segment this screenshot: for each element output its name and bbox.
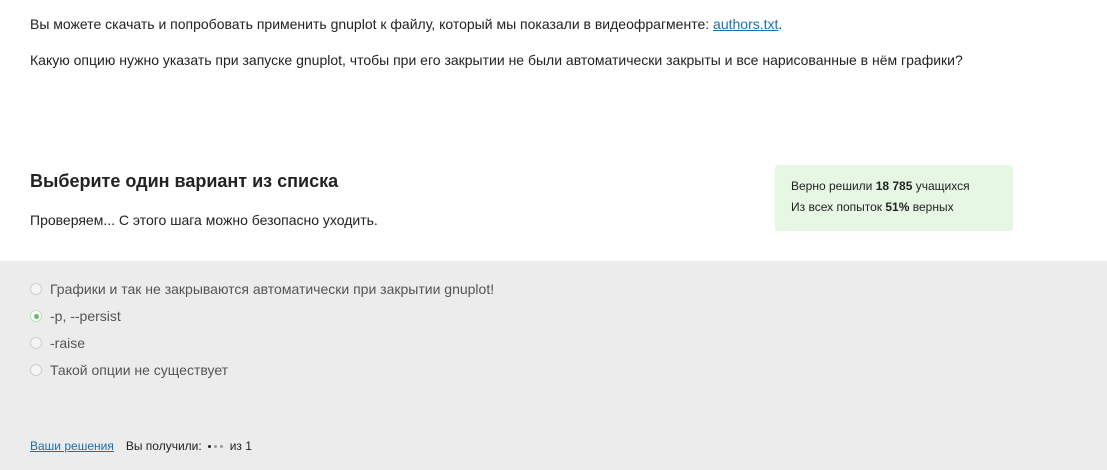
solved-prefix: Верно решили <box>791 179 876 193</box>
score-loading-icon <box>207 444 226 448</box>
attempts-stat: Из всех попыток 51% верных <box>791 197 1013 218</box>
option-label: Графики и так не закрываются автоматичес… <box>50 281 495 297</box>
radio-icon[interactable] <box>30 337 42 349</box>
attempts-percent: 51% <box>885 200 910 214</box>
radio-icon[interactable] <box>30 364 42 376</box>
option-label: -p, --persist <box>50 308 121 324</box>
solved-stat: Верно решили 18 785 учащихся <box>791 176 1013 197</box>
received-label: Вы получили: <box>125 439 202 453</box>
question-text: Какую опцию нужно указать при запуске gn… <box>30 52 963 68</box>
step-text: Вы можете скачать и попробовать применит… <box>30 14 1030 71</box>
footer: Ваши решения Вы получили: из 1 <box>30 436 252 456</box>
download-paragraph: Вы можете скачать и попробовать применит… <box>30 14 1030 35</box>
option-label: Такой опции не существует <box>50 362 229 378</box>
radio-checked-icon[interactable] <box>30 310 42 322</box>
checking-status: Проверяем... С этого шага можно безопасн… <box>30 212 378 228</box>
option-raise[interactable]: -raise <box>30 333 85 353</box>
attempts-prefix: Из всех попыток <box>791 200 886 214</box>
option-graphs-not-closed[interactable]: Графики и так не закрываются автоматичес… <box>30 279 494 299</box>
authors-file-link[interactable]: authors.txt <box>713 16 778 32</box>
download-text-end: . <box>778 16 783 32</box>
option-no-such-option[interactable]: Такой опции не существует <box>30 360 228 380</box>
download-text: Вы можете скачать и попробовать применит… <box>30 16 714 32</box>
option-label: -raise <box>50 335 86 351</box>
quiz-title: Выберите один вариант из списка <box>30 171 339 191</box>
solved-suffix: учащихся <box>912 179 970 193</box>
loading-dot <box>207 444 211 448</box>
loading-dot <box>219 444 223 448</box>
loading-dot <box>213 444 217 448</box>
stats-badge: Верно решили 18 785 учащихся Из всех поп… <box>775 165 1013 231</box>
attempts-suffix: верных <box>909 200 954 214</box>
radio-icon[interactable] <box>30 283 42 295</box>
solved-count: 18 785 <box>875 179 913 193</box>
step-page: Вы можете скачать и попробовать применит… <box>0 0 1107 470</box>
your-solutions-link[interactable]: Ваши решения <box>30 439 114 453</box>
score-suffix: из 1 <box>229 439 252 453</box>
option-persist[interactable]: -p, --persist <box>30 306 121 326</box>
